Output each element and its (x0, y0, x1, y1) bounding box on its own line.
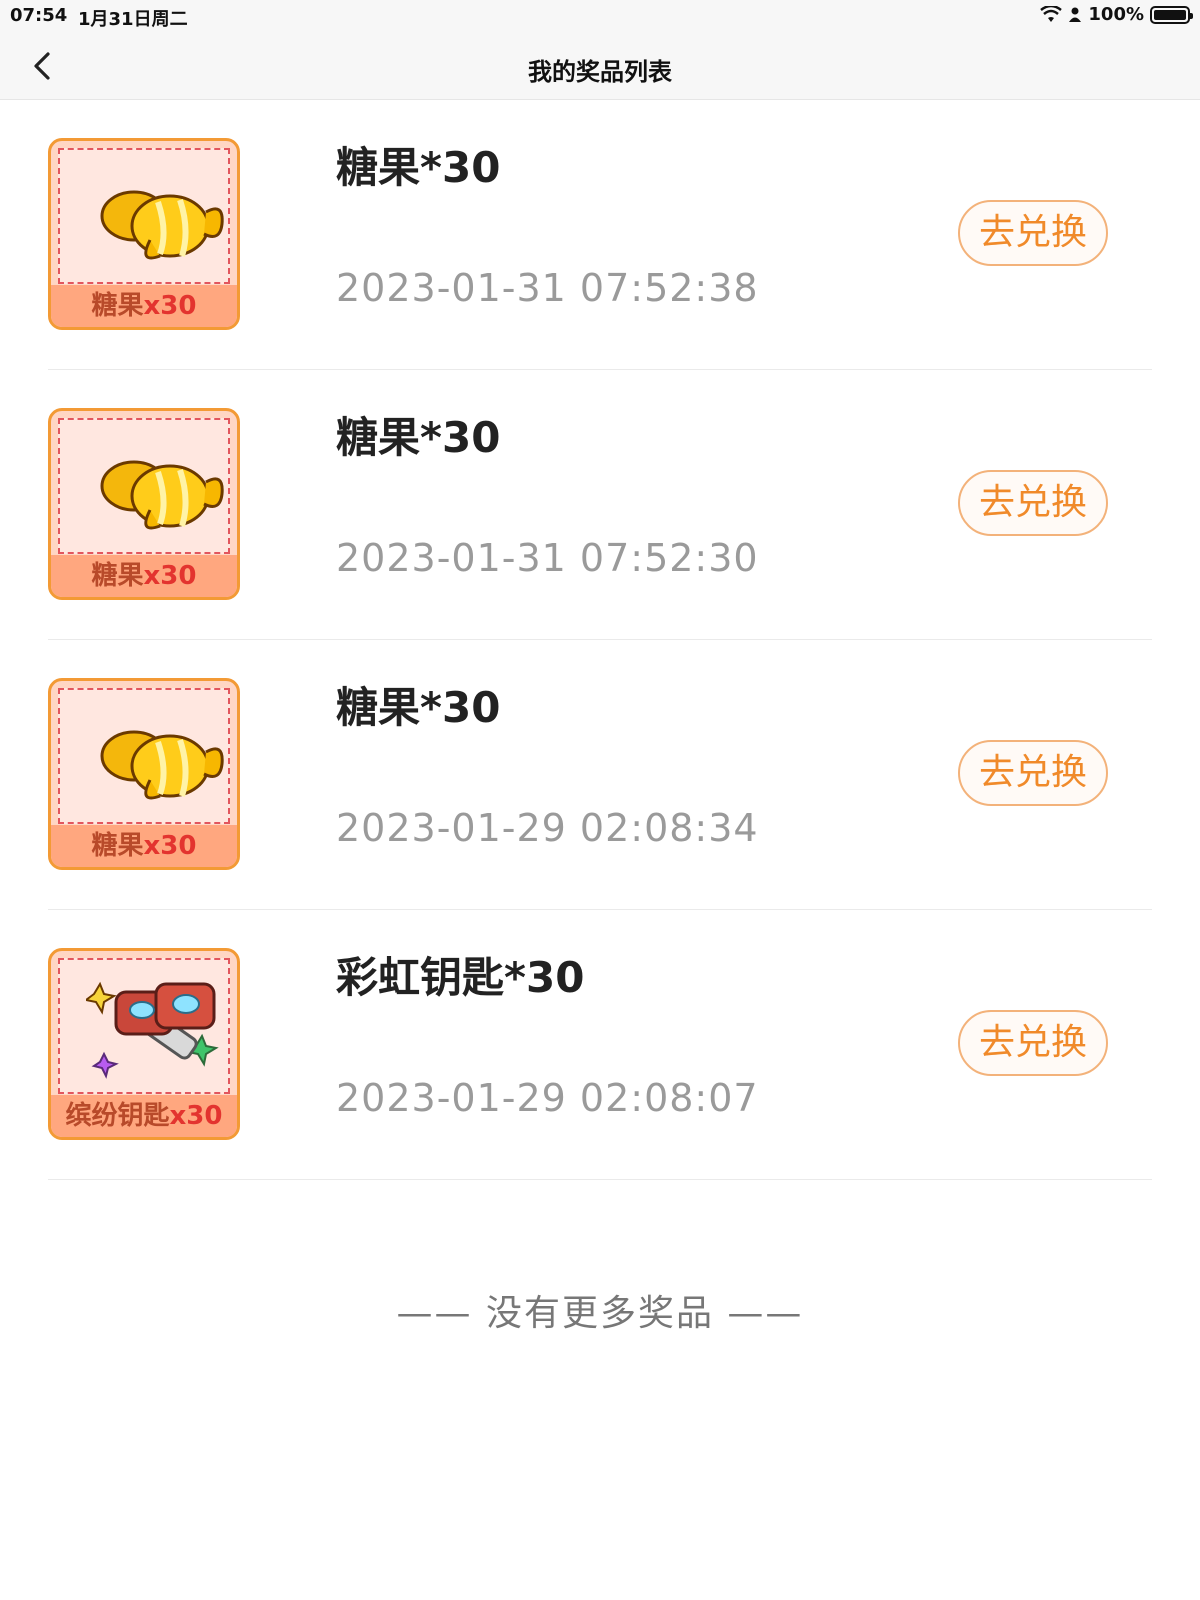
prize-thumbnail: 缤纷钥匙x30 (48, 948, 240, 1140)
redeem-button[interactable]: 去兑换 (958, 740, 1108, 806)
prize-timestamp: 2023-01-31 07:52:30 (336, 536, 759, 580)
status-right: 100% (1040, 4, 1193, 25)
prize-name: 糖果*30 (336, 683, 501, 732)
status-date: 1月31日周二 (78, 9, 188, 30)
list-item: 糖果x30 糖果*30 2023-01-29 02:08:34 去兑换 (48, 640, 1152, 910)
page-title: 我的奖品列表 (528, 58, 672, 86)
prize-thumbnail: 糖果x30 (48, 678, 240, 870)
redeem-button[interactable]: 去兑换 (958, 200, 1108, 266)
prize-thumbnail: 糖果x30 (48, 138, 240, 330)
nav-bar: 我的奖品列表 (0, 32, 1200, 100)
battery-icon (1150, 5, 1193, 24)
thumbnail-badge: 糖果x30 (51, 825, 237, 867)
prize-timestamp: 2023-01-29 02:08:34 (336, 806, 759, 850)
status-time: 07:54 (10, 5, 68, 26)
prize-name: 糖果*30 (336, 143, 501, 192)
no-more-items-text: —— 没有更多奖品 —— (396, 1293, 804, 1334)
redeem-button[interactable]: 去兑换 (958, 470, 1108, 536)
status-bar: 07:54 1月31日周二 100% (0, 0, 1200, 32)
thumbnail-badge: 糖果x30 (51, 555, 237, 597)
list-item: 糖果x30 糖果*30 2023-01-31 07:52:38 去兑换 (48, 100, 1152, 370)
prize-timestamp: 2023-01-29 02:08:07 (336, 1076, 759, 1120)
candy-icon (100, 190, 224, 260)
candy-icon (100, 730, 224, 800)
prize-thumbnail: 糖果x30 (48, 408, 240, 600)
wifi-icon (1040, 5, 1063, 22)
prize-name: 糖果*30 (336, 413, 501, 462)
redeem-button[interactable]: 去兑换 (958, 1010, 1108, 1076)
thumbnail-badge: 糖果x30 (51, 285, 237, 327)
thumbnail-badge: 缤纷钥匙x30 (51, 1095, 237, 1137)
prize-name: 彩虹钥匙*30 (336, 953, 585, 1002)
key-icon (86, 981, 219, 1079)
candy-icon (100, 460, 224, 530)
prize-timestamp: 2023-01-31 07:52:38 (336, 266, 759, 310)
list-item: 糖果x30 糖果*30 2023-01-31 07:52:30 去兑换 (48, 370, 1152, 640)
person-icon (1069, 7, 1082, 22)
prize-list: 糖果x30 糖果*30 2023-01-31 07:52:38 去兑换 糖果x3… (48, 100, 1152, 1180)
list-item: 缤纷钥匙x30 彩虹钥匙*30 2023-01-29 02:08:07 去兑换 (48, 910, 1152, 1180)
battery-percent: 100% (1088, 4, 1144, 25)
